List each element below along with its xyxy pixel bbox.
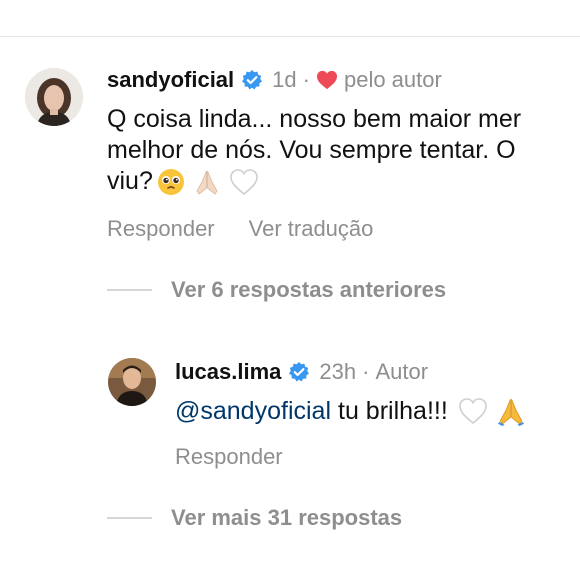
comment-text-line: Q coisa linda... nosso bem maior mer xyxy=(107,105,522,133)
folded-hands-icon xyxy=(196,171,218,195)
avatar[interactable] xyxy=(25,68,83,126)
username[interactable]: sandyoficial xyxy=(107,67,234,93)
reply-avatar[interactable] xyxy=(108,358,156,406)
replies-divider-line xyxy=(107,289,152,291)
view-more-replies-label: Ver mais 31 respostas xyxy=(171,505,403,530)
separator-dot: · xyxy=(362,359,370,384)
reply-body: tu brilha!!! xyxy=(338,397,448,425)
emoji-group xyxy=(157,168,259,196)
comment-meta: sandyoficial 1d · pelo autor xyxy=(107,64,442,96)
comment-text-line: melhor de nós. Vou sempre tentar. O xyxy=(107,136,516,164)
replies-divider-line xyxy=(107,517,152,519)
top-divider xyxy=(0,36,580,37)
view-more-replies-button[interactable]: Ver mais 31 respostas xyxy=(107,505,402,531)
translate-button[interactable]: Ver tradução xyxy=(249,216,374,242)
reply-actions: Responder xyxy=(175,444,283,470)
separator-dot: · xyxy=(302,67,310,92)
reply-text: @sandyoficial tu brilha!!! xyxy=(175,395,526,427)
liked-by-author-label: pelo autor xyxy=(343,67,442,92)
verified-badge-icon xyxy=(241,69,263,91)
folded-hands-icon xyxy=(497,399,524,426)
comment-text-line-last: viu? xyxy=(107,166,580,197)
reply-avatar-photo xyxy=(108,358,156,406)
avatar-photo xyxy=(25,68,83,126)
heart-icon xyxy=(316,70,338,90)
reply-button[interactable]: Responder xyxy=(175,444,283,470)
comment-text: Q coisa linda... nosso bem maior mer mel… xyxy=(107,104,580,197)
comment-time: 1d xyxy=(272,67,297,92)
reply-button[interactable]: Responder xyxy=(107,216,215,242)
comment-actions: Responder Ver tradução xyxy=(107,216,373,242)
reply-emoji-group xyxy=(458,396,526,426)
reply-username[interactable]: lucas.lima xyxy=(175,359,281,385)
view-previous-replies-button[interactable]: Ver 6 respostas anteriores xyxy=(107,277,446,303)
comment-text-tail: viu? xyxy=(107,167,153,195)
verified-badge-icon xyxy=(288,361,310,383)
author-label: Autor xyxy=(375,359,429,384)
white-heart-icon xyxy=(230,169,258,196)
reply-meta: lucas.lima 23h · Autor xyxy=(175,356,428,388)
reply-time: 23h xyxy=(319,359,357,384)
view-previous-replies-label: Ver 6 respostas anteriores xyxy=(171,277,447,302)
mention-link[interactable]: @sandyoficial xyxy=(175,395,331,427)
pleading-face-icon xyxy=(157,169,184,196)
white-heart-icon xyxy=(458,398,487,425)
